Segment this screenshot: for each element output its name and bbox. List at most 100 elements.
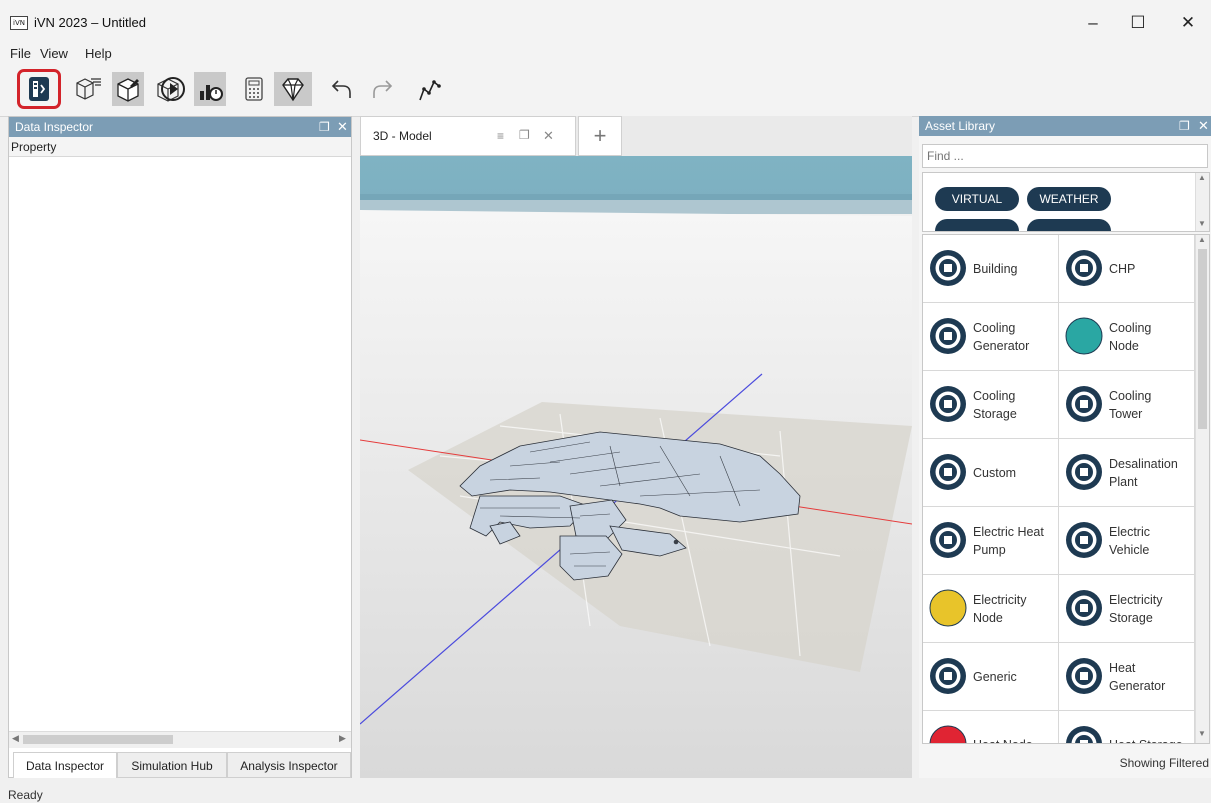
asset-label: Heat Storage xyxy=(1109,711,1183,743)
undock-icon[interactable]: ❐ xyxy=(1179,119,1190,133)
heat-pump-icon xyxy=(930,522,966,558)
view-tab-strip: 3D - Model ≡ ❐ ✕ + xyxy=(360,116,912,156)
asset-library-header: Asset Library xyxy=(919,116,1211,136)
asset-label: Cooling Node xyxy=(1109,321,1152,353)
asset-scrollbar[interactable]: ▲ ▼ xyxy=(1195,235,1209,743)
route-button[interactable] xyxy=(414,72,446,106)
asset-item[interactable]: CHP xyxy=(1059,235,1195,303)
asset-item[interactable]: Electric Heat Pump xyxy=(923,507,1059,575)
menu-bar: File View Help xyxy=(0,44,1211,64)
model-list-button[interactable] xyxy=(72,72,104,106)
menu-file[interactable]: File xyxy=(10,46,31,61)
cooling-tower-icon xyxy=(1066,386,1102,422)
asset-item[interactable]: Cooling Tower xyxy=(1059,371,1195,439)
asset-item[interactable]: Electricity Node xyxy=(923,575,1059,643)
calculator-icon xyxy=(245,77,263,101)
tab-label: 3D - Model xyxy=(373,129,432,143)
close-button[interactable]: ✕ xyxy=(1168,8,1208,38)
tab-simulation-hub[interactable]: Simulation Hub xyxy=(117,752,227,778)
title-bar: iVN iVN 2023 – Untitled – ☐ ✕ xyxy=(0,0,1211,44)
sky xyxy=(360,156,912,200)
3d-scene[interactable] xyxy=(360,156,912,778)
asset-label: Electricity Node xyxy=(973,593,1027,625)
panel-title: Data Inspector xyxy=(15,120,94,134)
window-title: iVN 2023 – Untitled xyxy=(34,15,147,30)
model-edit-button[interactable] xyxy=(112,72,144,106)
tab-data-inspector[interactable]: Data Inspector xyxy=(13,752,117,778)
property-column-header: Property xyxy=(9,137,351,157)
tab-analysis-inspector[interactable]: Analysis Inspector xyxy=(227,752,351,778)
model-list-icon xyxy=(76,78,101,100)
asset-item[interactable]: Heat Generator xyxy=(1059,643,1195,711)
play-icon xyxy=(161,77,185,101)
asset-grid: Building CHP Cooling Generator Cooling Node… xyxy=(922,234,1210,744)
asset-item[interactable]: Generic xyxy=(923,643,1059,711)
asset-label: Building xyxy=(973,262,1018,276)
tab-menu-icon[interactable]: ≡ xyxy=(497,129,504,143)
horizontal-scrollbar[interactable]: ◀ ▶ xyxy=(9,731,351,748)
run-simulation-button[interactable] xyxy=(157,72,189,106)
asset-item[interactable]: Building xyxy=(923,235,1059,303)
scroll-up-icon[interactable]: ▲ xyxy=(1198,173,1206,182)
filter-virtual-button[interactable]: VIRTUAL xyxy=(935,187,1019,211)
filter-status: Showing Filtered xyxy=(1119,756,1209,770)
data-inspector-icon xyxy=(29,77,49,101)
filter-scrollbar[interactable]: ▲ ▼ xyxy=(1195,173,1209,231)
scroll-thumb[interactable] xyxy=(1198,249,1207,429)
scroll-up-icon[interactable]: ▲ xyxy=(1198,235,1206,244)
cooling-node-icon xyxy=(1065,317,1103,355)
heat-storage-icon xyxy=(1066,726,1102,743)
tab-close-icon[interactable]: ✕ xyxy=(543,128,554,144)
cooling-storage-icon xyxy=(930,386,966,422)
asset-item[interactable]: Heat Node xyxy=(923,711,1059,743)
add-tab-button[interactable]: + xyxy=(578,116,622,156)
minimize-button[interactable]: – xyxy=(1073,8,1113,38)
redo-button[interactable] xyxy=(366,72,398,106)
generic-icon xyxy=(930,658,966,694)
menu-view[interactable]: View xyxy=(40,46,68,61)
undock-icon[interactable]: ❐ xyxy=(319,120,330,134)
scroll-down-icon[interactable]: ▼ xyxy=(1198,729,1206,738)
data-inspector-toggle-button[interactable] xyxy=(23,72,55,106)
scroll-left-icon[interactable]: ◀ xyxy=(12,733,19,744)
analysis-button[interactable] xyxy=(194,72,226,106)
filter-chip-partial[interactable] xyxy=(1027,219,1111,231)
asset-label: Custom xyxy=(973,466,1017,480)
custom-icon xyxy=(930,454,966,490)
asset-label: Cooling Tower xyxy=(1109,389,1152,421)
scroll-down-icon[interactable]: ▼ xyxy=(1198,219,1206,228)
undo-icon xyxy=(331,80,351,98)
undo-button[interactable] xyxy=(326,72,358,106)
scroll-right-icon[interactable]: ▶ xyxy=(339,733,346,744)
tab-3d-model[interactable]: 3D - Model ≡ ❐ ✕ xyxy=(360,116,576,156)
tab-undock-icon[interactable]: ❐ xyxy=(519,128,530,142)
calculator-button[interactable] xyxy=(238,72,270,106)
electric-vehicle-icon xyxy=(1066,522,1102,558)
maximize-button[interactable]: ☐ xyxy=(1118,8,1158,38)
cooling-generator-icon xyxy=(930,318,966,354)
optimization-button[interactable] xyxy=(274,72,312,106)
filter-weather-button[interactable]: WEATHER xyxy=(1027,187,1111,211)
scroll-thumb[interactable] xyxy=(23,735,173,744)
panel-title: Asset Library xyxy=(925,119,996,133)
panel-close-icon[interactable]: ✕ xyxy=(1198,118,1209,134)
heat-node-icon xyxy=(929,725,967,743)
asset-item[interactable]: Electricity Storage xyxy=(1059,575,1195,643)
menu-help[interactable]: Help xyxy=(85,46,112,61)
filter-chip-partial[interactable] xyxy=(935,219,1019,231)
asset-item[interactable]: Cooling Generator xyxy=(923,303,1059,371)
asset-item[interactable]: Custom xyxy=(923,439,1059,507)
asset-item[interactable]: Heat Storage xyxy=(1059,711,1195,743)
filter-chips: VIRTUAL WEATHER ▲ ▼ xyxy=(922,172,1210,232)
asset-item[interactable]: Cooling Storage xyxy=(923,371,1059,439)
asset-item[interactable]: Desalination Plant xyxy=(1059,439,1195,507)
3d-viewport[interactable] xyxy=(360,156,912,778)
electricity-node-icon xyxy=(929,589,967,627)
diamond-icon xyxy=(282,78,304,102)
cube-edit-icon xyxy=(117,78,139,102)
find-input[interactable] xyxy=(922,144,1208,168)
asset-item[interactable]: Cooling Node xyxy=(1059,303,1195,371)
toolbar xyxy=(0,64,1211,117)
asset-item[interactable]: Electric Vehicle xyxy=(1059,507,1195,575)
panel-close-icon[interactable]: ✕ xyxy=(337,119,348,135)
